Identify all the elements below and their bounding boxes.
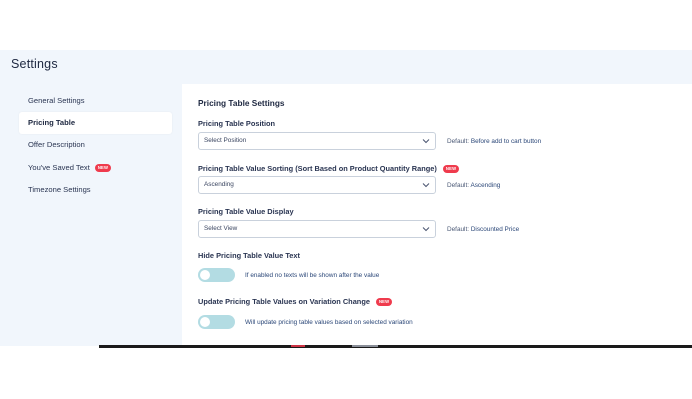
settings-app: Settings General Settings Pricing Table … — [0, 50, 692, 346]
default-value: Discounted Price — [470, 226, 520, 233]
divider-mark — [291, 345, 305, 347]
sidebar-item-label: Timezone Settings — [28, 185, 91, 194]
sorting-default: Default: Ascending — [447, 182, 500, 189]
toggle-knob — [200, 317, 210, 327]
display-select-value: Select View — [204, 225, 238, 232]
display-label: Pricing Table Value Display — [198, 207, 294, 216]
variation-update-toggle[interactable] — [198, 315, 235, 329]
default-value: Ascending — [470, 182, 501, 189]
display-select[interactable]: Select View — [198, 220, 436, 238]
new-badge: NEW — [94, 164, 112, 172]
sidebar-item-label: Offer Description — [28, 140, 85, 149]
variation-update-label-text: Update Pricing Table Values on Variation… — [198, 297, 370, 306]
sidebar-item-label: You've Saved Text — [28, 163, 90, 172]
sorting-select[interactable]: Ascending — [198, 176, 436, 194]
settings-sidebar: General Settings Pricing Table Offer Des… — [11, 84, 182, 346]
page-title: Settings — [11, 57, 58, 71]
hide-text-help: If enabled no texts will be shown after … — [245, 272, 380, 279]
new-badge: NEW — [442, 165, 460, 174]
default-prefix: Default: — [447, 182, 470, 189]
sidebar-item-label: General Settings — [28, 96, 85, 105]
sorting-select-value: Ascending — [204, 181, 234, 188]
hide-text-toggle[interactable] — [198, 268, 235, 282]
settings-panel: Pricing Table Settings Pricing Table Pos… — [182, 84, 692, 346]
default-prefix: Default: — [447, 226, 470, 233]
section-title: Pricing Table Settings — [198, 98, 285, 108]
sorting-label: Pricing Table Value Sorting (Sort Based … — [198, 164, 460, 174]
position-select-value: Select Position — [204, 137, 247, 144]
display-default: Default: Discounted Price — [447, 226, 519, 233]
new-badge: NEW — [375, 298, 393, 307]
divider-mark — [352, 345, 378, 347]
sidebar-item-general-settings[interactable]: General Settings — [19, 90, 172, 112]
sidebar-item-youve-saved-text[interactable]: You've Saved Text NEW — [19, 157, 172, 179]
bottom-divider — [99, 345, 692, 348]
variation-update-label: Update Pricing Table Values on Variation… — [198, 297, 393, 307]
position-default: Default: Before add to cart button — [447, 138, 541, 145]
hide-text-label: Hide Pricing Table Value Text — [198, 251, 300, 260]
default-value: Before add to cart button — [470, 138, 542, 145]
position-label: Pricing Table Position — [198, 119, 276, 128]
toggle-knob — [200, 270, 210, 280]
variation-update-help: Will update pricing table values based o… — [245, 319, 413, 326]
chevron-down-icon — [422, 139, 430, 144]
sidebar-item-pricing-table[interactable]: Pricing Table — [19, 112, 172, 134]
sorting-label-text: Pricing Table Value Sorting (Sort Based … — [198, 164, 437, 173]
sidebar-item-label: Pricing Table — [28, 118, 76, 127]
chevron-down-icon — [422, 227, 430, 232]
chevron-down-icon — [422, 183, 430, 188]
sidebar-item-timezone-settings[interactable]: Timezone Settings — [19, 179, 172, 201]
position-select[interactable]: Select Position — [198, 132, 436, 150]
sidebar-item-offer-description[interactable]: Offer Description — [19, 134, 172, 156]
default-prefix: Default: — [447, 138, 470, 145]
